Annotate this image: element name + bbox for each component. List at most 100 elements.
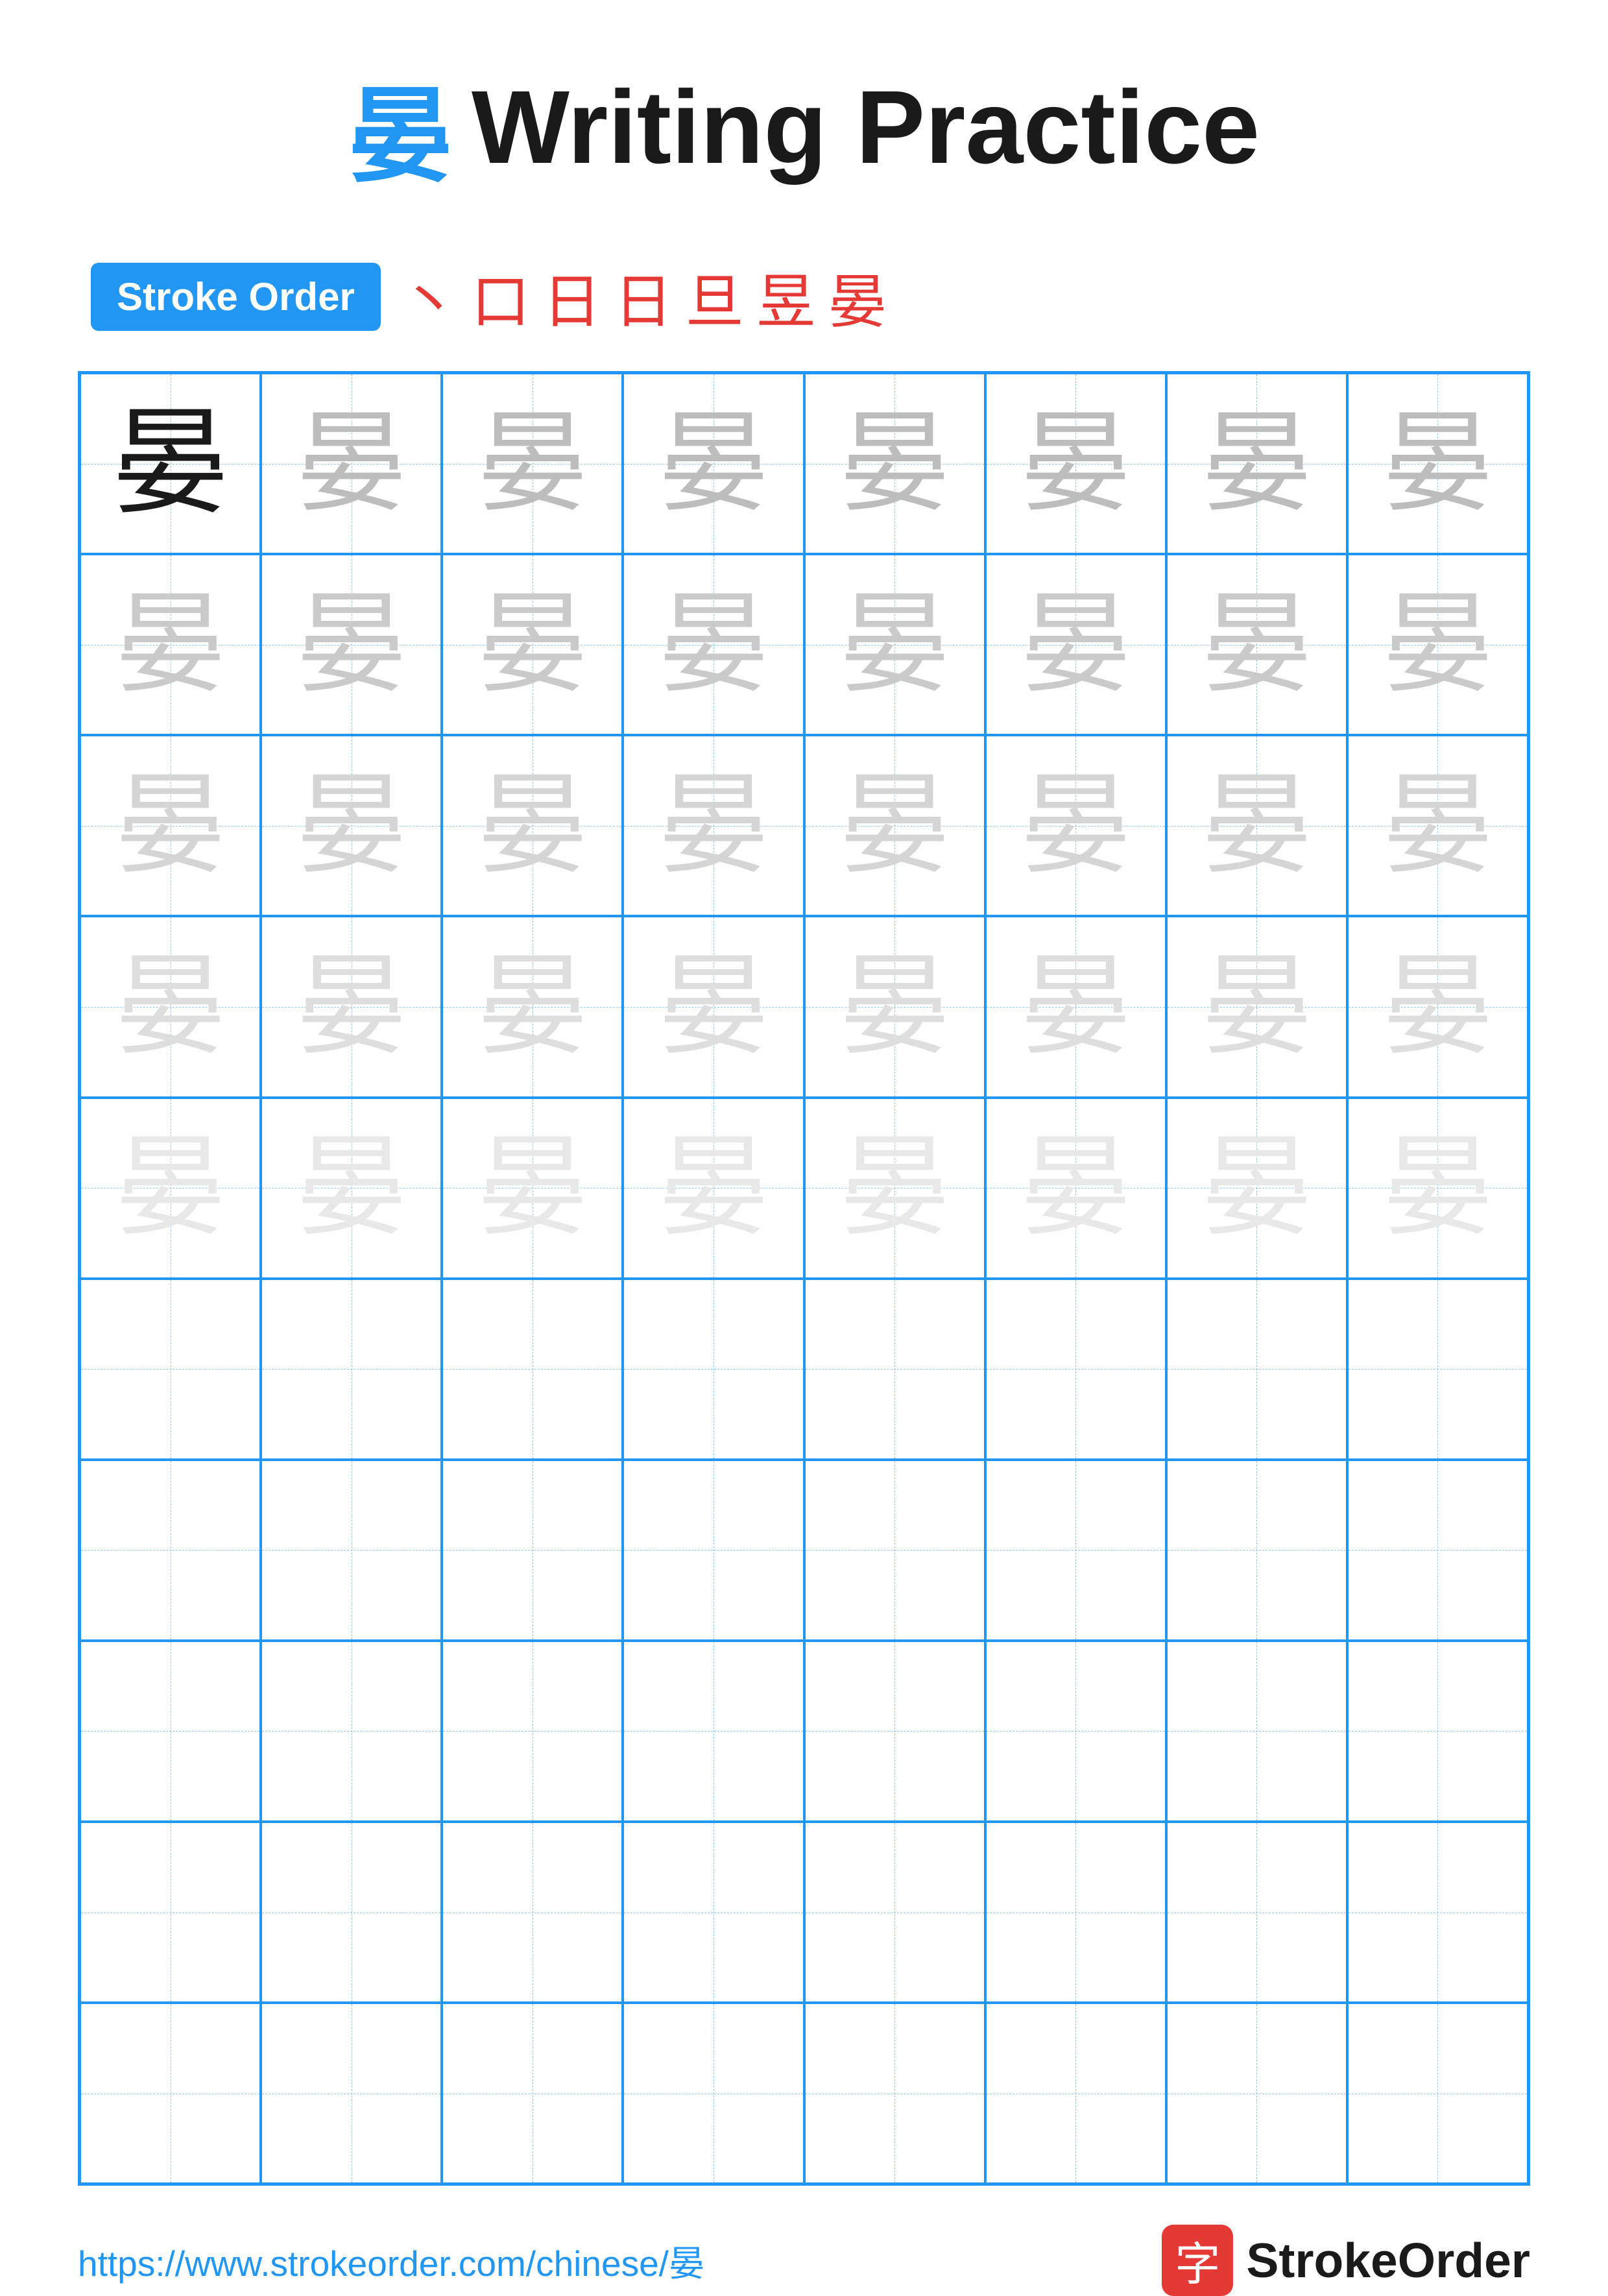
table-row[interactable]: 晏 (442, 373, 623, 554)
table-row[interactable]: 晏 (1166, 1098, 1347, 1279)
table-row[interactable]: 晏 (442, 735, 623, 916)
table-row[interactable]: 晏 (261, 916, 442, 1097)
table-row[interactable] (1166, 2003, 1347, 2184)
table-row[interactable]: 晏 (80, 373, 261, 554)
table-row[interactable]: 晏 (623, 1098, 804, 1279)
table-row[interactable] (442, 2003, 623, 2184)
practice-char: 晏 (477, 952, 588, 1062)
table-row[interactable]: 晏 (1347, 554, 1528, 735)
table-row[interactable]: 晏 (1347, 916, 1528, 1097)
table-row[interactable] (623, 2003, 804, 2184)
table-row[interactable]: 晏 (1166, 554, 1347, 735)
table-row[interactable] (80, 1460, 261, 1641)
table-row[interactable] (804, 1641, 985, 1822)
practice-char: 晏 (1382, 771, 1493, 881)
table-row[interactable] (1347, 1822, 1528, 2003)
table-row[interactable]: 晏 (804, 916, 985, 1097)
table-row[interactable]: 晏 (442, 554, 623, 735)
table-row[interactable] (1166, 1279, 1347, 1460)
table-row[interactable]: 晏 (80, 554, 261, 735)
title-text: Writing Practice (472, 67, 1260, 187)
practice-char: 晏 (296, 952, 407, 1062)
table-row[interactable] (1347, 2003, 1528, 2184)
practice-char: 晏 (1020, 590, 1131, 700)
table-row[interactable] (804, 1822, 985, 2003)
table-row[interactable]: 晏 (804, 373, 985, 554)
table-row[interactable] (985, 1641, 1166, 1822)
table-row[interactable]: 晏 (1347, 373, 1528, 554)
table-row[interactable]: 晏 (261, 1098, 442, 1279)
table-row[interactable] (442, 1460, 623, 1641)
table-row[interactable]: 晏 (985, 916, 1166, 1097)
table-row[interactable]: 晏 (985, 373, 1166, 554)
table-row[interactable] (1347, 1279, 1528, 1460)
table-row[interactable]: 晏 (1166, 373, 1347, 554)
table-row[interactable] (442, 1822, 623, 2003)
title-character: 晏 (348, 52, 452, 202)
table-row[interactable] (261, 2003, 442, 2184)
table-row[interactable] (623, 1822, 804, 2003)
table-row[interactable]: 晏 (1166, 916, 1347, 1097)
table-row[interactable] (1166, 1641, 1347, 1822)
table-row[interactable] (80, 1279, 261, 1460)
table-row[interactable]: 晏 (623, 735, 804, 916)
table-row[interactable]: 晏 (985, 1098, 1166, 1279)
table-row[interactable] (1166, 1822, 1347, 2003)
table-row[interactable]: 晏 (261, 735, 442, 916)
table-row[interactable] (985, 1279, 1166, 1460)
table-row[interactable] (80, 2003, 261, 2184)
stroke-5: 旦 (686, 254, 744, 339)
table-row[interactable] (985, 2003, 1166, 2184)
table-row[interactable]: 晏 (623, 916, 804, 1097)
practice-char: 晏 (1201, 1133, 1312, 1243)
table-row[interactable]: 晏 (1347, 1098, 1528, 1279)
table-row[interactable]: 晏 (623, 554, 804, 735)
table-row[interactable] (80, 1822, 261, 2003)
table-row[interactable] (261, 1641, 442, 1822)
table-row[interactable] (623, 1279, 804, 1460)
table-row[interactable]: 晏 (442, 916, 623, 1097)
practice-char: 晏 (296, 1133, 407, 1243)
stroke-order-badge: Stroke Order (91, 263, 381, 331)
table-row[interactable] (442, 1279, 623, 1460)
practice-char: 晏 (839, 1133, 950, 1243)
table-row[interactable]: 晏 (804, 735, 985, 916)
stroke-3: 日 (543, 254, 601, 339)
table-row[interactable]: 晏 (261, 373, 442, 554)
table-row[interactable]: 晏 (261, 554, 442, 735)
practice-char: 晏 (115, 1133, 226, 1243)
table-row[interactable]: 晏 (80, 916, 261, 1097)
practice-char: 晏 (658, 1133, 769, 1243)
table-row[interactable]: 晏 (80, 1098, 261, 1279)
table-row[interactable]: 晏 (985, 735, 1166, 916)
table-row[interactable] (623, 1641, 804, 1822)
table-row[interactable]: 晏 (1166, 735, 1347, 916)
table-row[interactable] (80, 1641, 261, 1822)
table-row[interactable] (261, 1460, 442, 1641)
practice-char: 晏 (658, 590, 769, 700)
footer-logo-text: StrokeOrder (1246, 2232, 1530, 2288)
table-row[interactable] (804, 2003, 985, 2184)
table-row[interactable] (985, 1460, 1166, 1641)
footer-logo-icon: 字 (1162, 2225, 1233, 2296)
table-row[interactable] (1166, 1460, 1347, 1641)
stroke-4: 日 (614, 254, 673, 339)
table-row[interactable] (261, 1822, 442, 2003)
table-row[interactable] (442, 1641, 623, 1822)
table-row[interactable]: 晏 (985, 554, 1166, 735)
table-row[interactable]: 晏 (804, 1098, 985, 1279)
table-row[interactable] (804, 1460, 985, 1641)
table-row[interactable] (1347, 1460, 1528, 1641)
table-row[interactable]: 晏 (623, 373, 804, 554)
table-row[interactable]: 晏 (80, 735, 261, 916)
practice-char: 晏 (658, 771, 769, 881)
table-row[interactable] (985, 1822, 1166, 2003)
table-row[interactable] (261, 1279, 442, 1460)
table-row[interactable] (804, 1279, 985, 1460)
table-row[interactable] (1347, 1641, 1528, 1822)
table-row[interactable]: 晏 (442, 1098, 623, 1279)
table-row[interactable] (623, 1460, 804, 1641)
table-row[interactable]: 晏 (804, 554, 985, 735)
practice-char: 晏 (115, 771, 226, 881)
table-row[interactable]: 晏 (1347, 735, 1528, 916)
